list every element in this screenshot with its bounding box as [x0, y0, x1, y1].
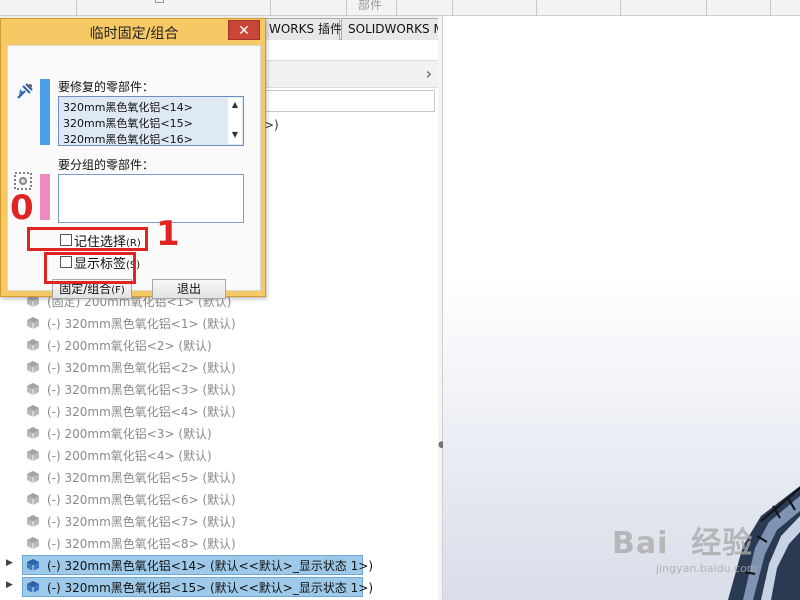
tree-row-label: (-) 320mm黑色氧化铝<6> (默认) [47, 493, 236, 507]
ribbon-separator [706, 0, 707, 16]
annotation-number-1: 1 [156, 214, 180, 254]
exit-button[interactable]: 退出 [152, 279, 226, 299]
fix-group-hotkey: (F) [111, 285, 125, 296]
part-icon [27, 339, 39, 351]
tree-row[interactable]: (-) 320mm黑色氧化铝<8> (默认) [0, 532, 440, 554]
tab-works-plugins[interactable]: WORKS 插件 [262, 18, 342, 40]
part-icon [27, 471, 39, 483]
tree-text-fragment: >) [264, 118, 279, 132]
repair-icon [17, 83, 33, 99]
tree-row-label: (-) 320mm黑色氧化铝<8> (默认) [47, 537, 236, 551]
tree-row-label: (-) 200mm氧化铝<4> (默认) [47, 449, 212, 463]
tree-row[interactable]: (-) 320mm黑色氧化铝<6> (默认) [0, 488, 440, 510]
tree-row-label: (-) 320mm黑色氧化铝<3> (默认) [47, 383, 236, 397]
tree-row[interactable]: (-) 320mm黑色氧化铝<3> (默认) [0, 378, 440, 400]
ribbon-separator [770, 0, 771, 16]
list-item[interactable]: 320mm黑色氧化铝<14> [63, 99, 193, 115]
tree-row[interactable]: (-) 200mm氧化铝<2> (默认) [0, 334, 440, 356]
repair-components-list[interactable]: 320mm黑色氧化铝<14> 320mm黑色氧化铝<15> 320mm黑色氧化铝… [58, 96, 244, 146]
part-icon [27, 383, 39, 395]
group-components-list[interactable] [58, 174, 244, 223]
tree-row-label: (-) 200mm氧化铝<2> (默认) [47, 339, 212, 353]
filter-input[interactable] [258, 90, 435, 112]
repair-components-label: 要修复的零部件： [58, 80, 155, 94]
tree-row[interactable]: (-) 320mm黑色氧化铝<1> (默认) [0, 312, 440, 334]
scroll-up-icon[interactable]: ▲ [228, 100, 242, 112]
ribbon-separator [270, 0, 271, 16]
tree-row-label: (-) 320mm黑色氧化铝<4> (默认) [47, 405, 236, 419]
list-scrollbar[interactable]: ▲ ▼ [228, 98, 242, 144]
part-icon [27, 559, 39, 571]
list-item[interactable]: 320mm黑色氧化铝<16> [63, 131, 193, 147]
tree-row[interactable]: (-) 200mm氧化铝<3> (默认) [0, 422, 440, 444]
part-icon [27, 515, 39, 527]
expand-arrow-icon[interactable]: ▶ [6, 558, 13, 568]
fix-group-button-label: 固定/组合 [59, 282, 112, 296]
annotation-box-show-labels [27, 227, 148, 251]
watermark-url: jingyan.baidu.com [656, 562, 758, 575]
ribbon-fragment-label: 部件 [358, 0, 383, 12]
tree-row[interactable]: ▶ (-) 320mm黑色氧化铝<15> (默认<<默认>_显示状态 1>) [0, 576, 440, 598]
watermark-brand: Bai 经验 [612, 526, 754, 561]
model-geometry [728, 486, 800, 600]
tree-row-label: (-) 200mm氧化铝<3> (默认) [47, 427, 212, 441]
close-button[interactable]: ✕ [228, 20, 260, 40]
part-icon [27, 427, 39, 439]
tree-row[interactable]: (-) 320mm黑色氧化铝<7> (默认) [0, 510, 440, 532]
chevron-right-icon[interactable]: › [426, 64, 432, 83]
repair-color-bar [40, 79, 50, 145]
part-icon [27, 493, 39, 505]
ribbon-separator [536, 0, 537, 16]
part-icon [27, 317, 39, 329]
expand-arrow-icon[interactable]: ▶ [6, 580, 13, 590]
part-icon [27, 361, 39, 373]
list-item[interactable]: 320mm黑色氧化铝<15> [63, 115, 193, 131]
tree-row[interactable]: ▶ (-) 320mm黑色氧化铝<14> (默认<<默认>_显示状态 1>) [0, 554, 440, 576]
tree-row[interactable]: (-) 200mm氧化铝<4> (默认) [0, 444, 440, 466]
tree-row-label: (-) 320mm黑色氧化铝<5> (默认) [47, 471, 236, 485]
tree-row-label: (-) 320mm黑色氧化铝<7> (默认) [47, 515, 236, 529]
tree-row-label: (-) 320mm黑色氧化铝<14> (默认<<默认>_显示状态 1>) [47, 559, 374, 573]
annotation-number-0: 0 [10, 188, 34, 228]
tab-label: WORKS 插件 [269, 22, 342, 36]
tree-row[interactable]: (-) 320mm黑色氧化铝<4> (默认) [0, 400, 440, 422]
ribbon-separator [452, 0, 453, 16]
group-components-label: 要分组的零部件： [58, 158, 155, 172]
tree-row-label: (-) 320mm黑色氧化铝<15> (默认<<默认>_显示状态 1>) [47, 581, 374, 595]
tree-row[interactable]: (-) 320mm黑色氧化铝<5> (默认) [0, 466, 440, 488]
ribbon-square-icon[interactable] [155, 0, 164, 3]
annotation-box-fix-group [44, 252, 136, 284]
part-icon [27, 537, 39, 549]
exit-button-label: 退出 [176, 282, 201, 296]
ribbon-strip: 部件 [0, 0, 800, 16]
ribbon-separator [346, 0, 347, 16]
graphics-viewport[interactable] [443, 16, 800, 600]
tree-row-label: (-) 320mm黑色氧化铝<1> (默认) [47, 317, 236, 331]
part-icon [27, 581, 39, 593]
ribbon-separator [76, 0, 77, 16]
ribbon-separator [396, 0, 397, 16]
tree-row[interactable]: (-) 320mm黑色氧化铝<2> (默认) [0, 356, 440, 378]
scroll-down-icon[interactable]: ▼ [228, 130, 242, 142]
ribbon-separator [620, 0, 621, 16]
baidu-watermark: Bai 经验 jingyan.baidu.com [612, 518, 758, 575]
tree-row-label: (-) 320mm黑色氧化铝<2> (默认) [47, 361, 236, 375]
part-icon [27, 449, 39, 461]
part-icon [27, 405, 39, 417]
group-color-bar [40, 174, 50, 220]
